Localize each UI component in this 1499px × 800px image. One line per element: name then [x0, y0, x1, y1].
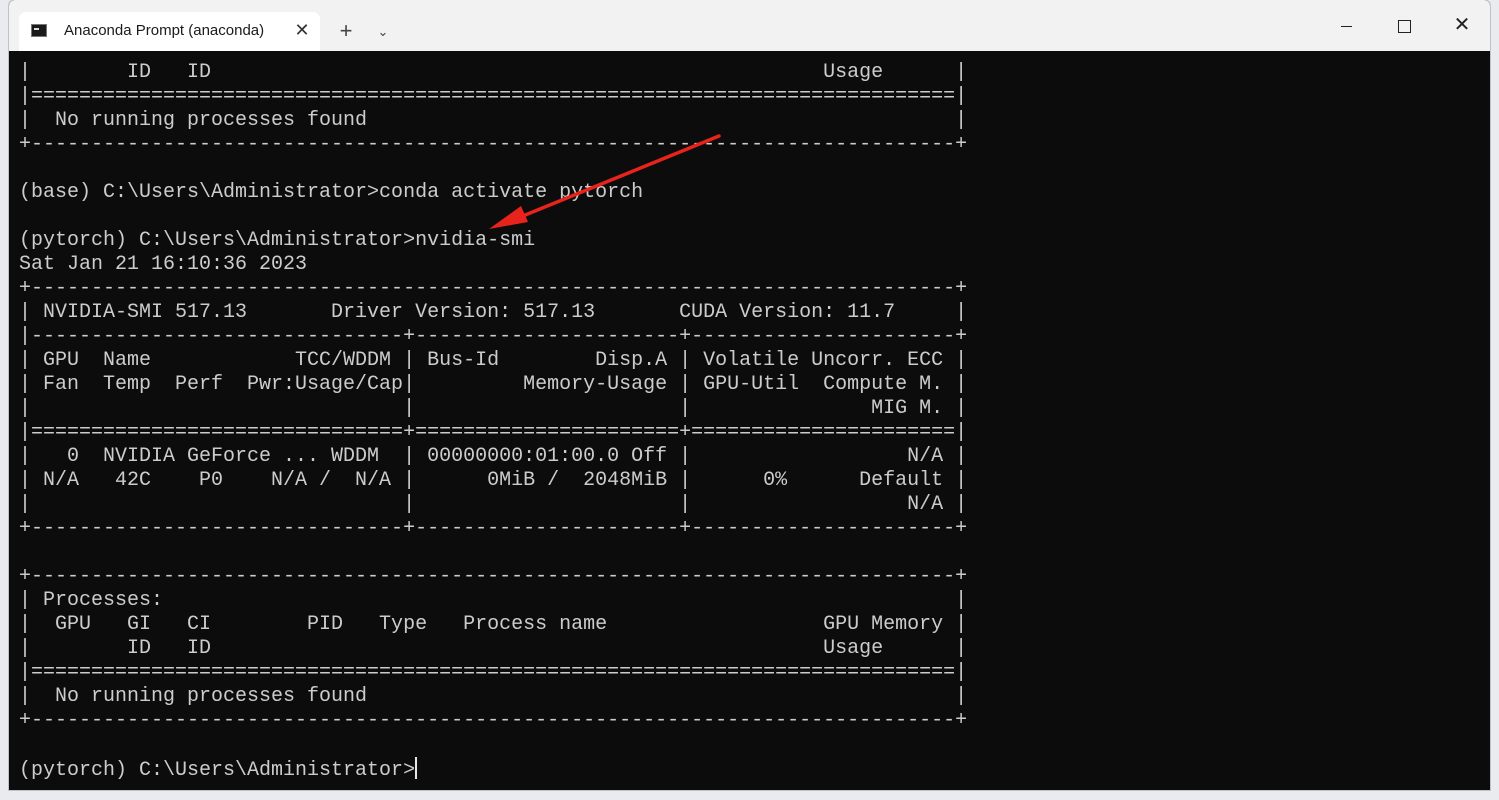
terminal-prompt-line[interactable]: (pytorch) C:\Users\Administrator> [19, 757, 418, 782]
terminal-line: |-------------------------------+-------… [19, 325, 968, 348]
terminal-line: | No running processes found | [19, 109, 968, 132]
tab-anaconda-prompt[interactable]: Anaconda Prompt (anaconda) ✕ [19, 12, 320, 51]
terminal-line: | | | N/A | [19, 493, 968, 516]
maximize-icon [1397, 19, 1411, 33]
terminal-line: +---------------------------------------… [19, 565, 968, 588]
terminal-prompt: (pytorch) C:\Users\Administrator> [19, 759, 416, 782]
terminal-output[interactable]: | ID ID Usage | |=======================… [19, 61, 1479, 789]
terminal-line: | ID ID Usage | [19, 637, 968, 660]
title-bar: Anaconda Prompt (anaconda) ✕ + ⌄ ✕ [9, 0, 1490, 51]
tab-dropdown-button[interactable]: ⌄ [371, 17, 395, 47]
terminal-line: (pytorch) C:\Users\Administrator>nvidia-… [19, 229, 536, 252]
terminal-line: | N/A 42C P0 N/A / N/A | 0MiB / 2048MiB … [19, 469, 968, 492]
terminal-line: +---------------------------------------… [19, 709, 968, 732]
terminal-line: |===============================+=======… [19, 421, 968, 444]
terminal-line: | NVIDIA-SMI 517.13 Driver Version: 517.… [19, 301, 968, 324]
terminal-line: +---------------------------------------… [19, 133, 968, 156]
terminal-window: Anaconda Prompt (anaconda) ✕ + ⌄ ✕ | ID … [9, 0, 1490, 790]
terminal-line: Sat Jan 21 16:10:36 2023 [19, 253, 308, 276]
terminal-line: (base) C:\Users\Administrator>conda acti… [19, 181, 644, 204]
terminal-line: | GPU GI CI PID Type Process name GPU Me… [19, 613, 968, 636]
terminal-line: | 0 NVIDIA GeForce ... WDDM | 00000000:0… [19, 445, 968, 468]
tab-title: Anaconda Prompt (anaconda) [64, 22, 265, 39]
close-icon: ✕ [1453, 14, 1471, 36]
terminal-line: |=======================================… [19, 661, 968, 684]
new-tab-button[interactable]: + [331, 17, 361, 47]
minimize-button[interactable] [1317, 0, 1375, 50]
terminal-line: | GPU Name TCC/WDDM | Bus-Id Disp.A | Vo… [19, 349, 968, 372]
minimize-icon [1340, 25, 1352, 27]
terminal-line: | No running processes found | [19, 685, 968, 708]
close-button[interactable]: ✕ [1433, 0, 1490, 50]
terminal-line: | Fan Temp Perf Pwr:Usage/Cap| Memory-Us… [19, 373, 968, 396]
terminal-line: | Processes: | [19, 589, 968, 612]
terminal-line: +---------------------------------------… [19, 277, 968, 300]
terminal-icon [31, 24, 47, 37]
terminal-line: | | | MIG M. | [19, 397, 968, 420]
maximize-button[interactable] [1375, 0, 1433, 50]
tab-close-button[interactable]: ✕ [290, 18, 314, 42]
terminal-line: +-------------------------------+-------… [19, 517, 968, 540]
terminal-line: | ID ID Usage | [19, 61, 968, 84]
text-cursor [415, 757, 418, 779]
terminal-line: |=======================================… [19, 85, 968, 108]
